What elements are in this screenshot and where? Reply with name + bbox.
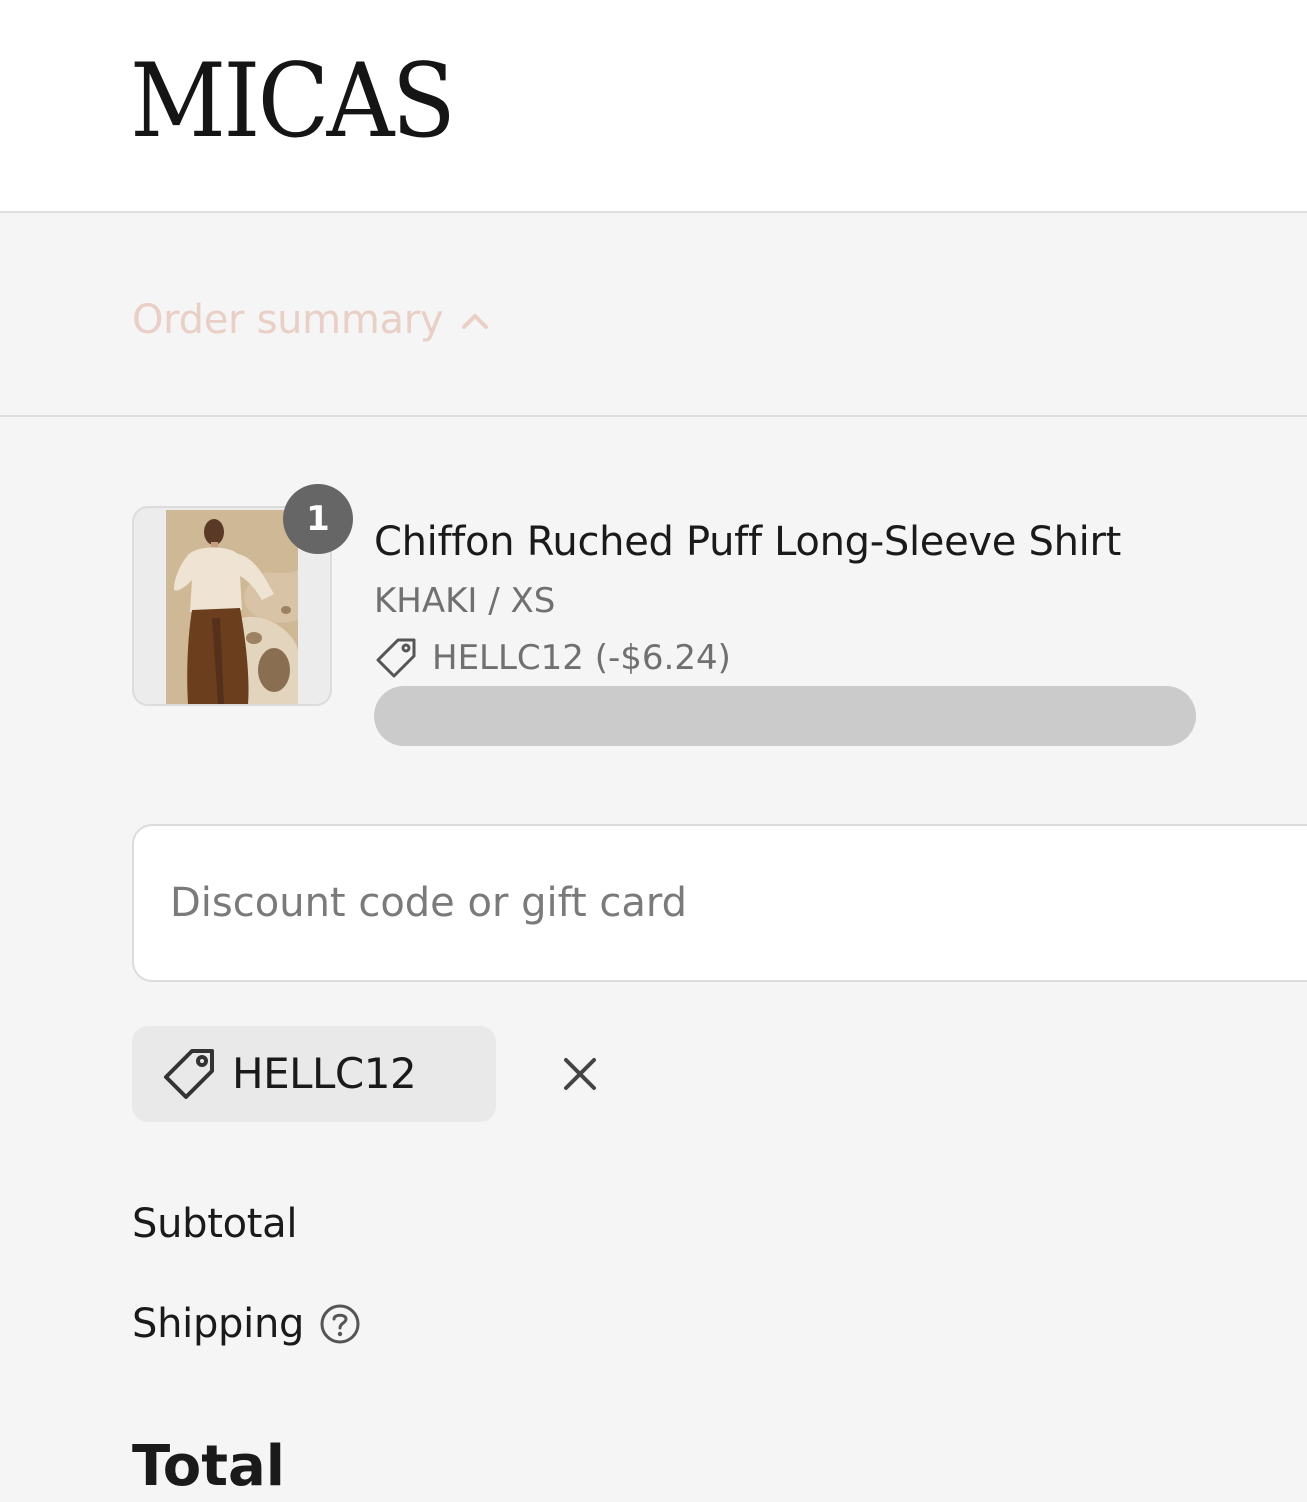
shipping-label: Shipping — [132, 1301, 305, 1347]
chevron-up-icon[interactable] — [458, 306, 492, 336]
site-header: MICAS — [0, 0, 1307, 213]
product-variant: KHAKI / XS — [374, 581, 556, 621]
product-photo — [166, 510, 298, 704]
tag-icon — [164, 1049, 214, 1099]
close-icon — [564, 1058, 596, 1090]
quantity-badge: 1 — [283, 484, 353, 554]
price-loading-placeholder — [374, 686, 1196, 746]
brand-logo[interactable]: MICAS — [130, 42, 456, 162]
total-label: Total — [132, 1434, 285, 1499]
applied-discount-chip: HELLC12 — [132, 1026, 596, 1122]
remove-discount-button[interactable] — [552, 1046, 608, 1102]
order-summary-label[interactable]: Order summary — [132, 294, 444, 346]
product-title: Chiffon Ruched Puff Long-Sleeve Shirt — [374, 519, 1121, 565]
subtotal-label: Subtotal — [132, 1201, 298, 1247]
applied-discount-code: HELLC12 — [232, 1049, 417, 1098]
discount-code-input[interactable] — [132, 824, 1307, 982]
help-circle-icon[interactable] — [318, 1302, 362, 1346]
tag-icon — [376, 638, 416, 678]
product-discount-text: HELLC12 (-$6.24) — [432, 638, 731, 678]
product-discount: HELLC12 (-$6.24) — [374, 634, 731, 682]
